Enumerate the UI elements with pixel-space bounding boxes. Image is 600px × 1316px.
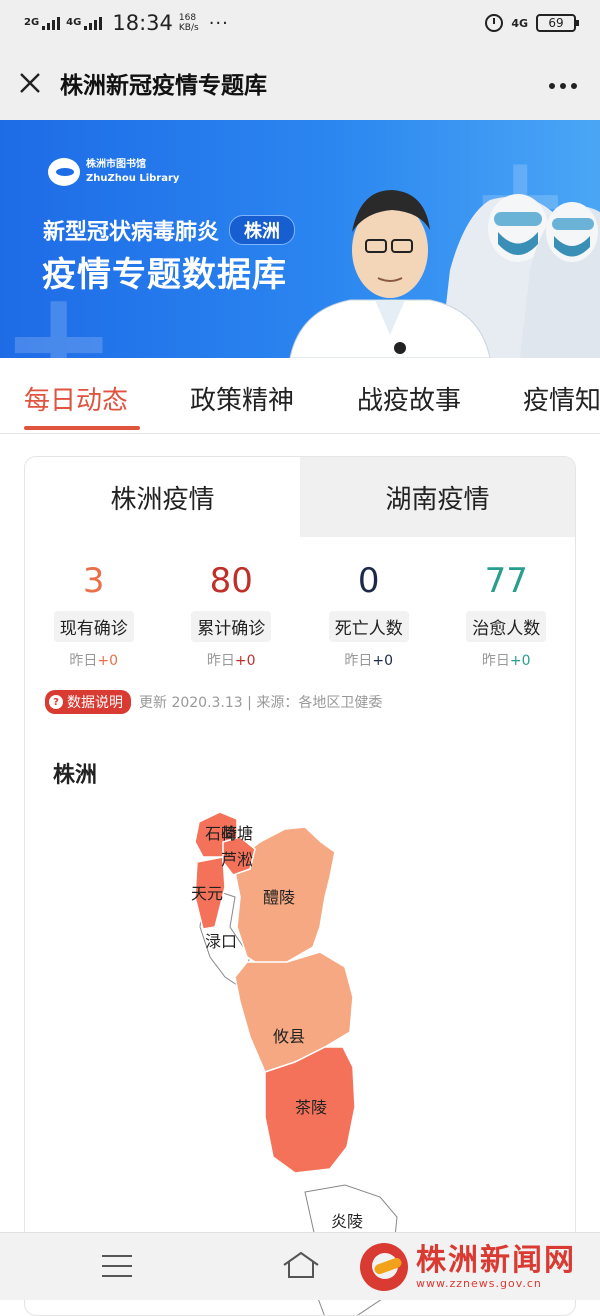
banner-line1: 新型冠状病毒肺炎	[43, 220, 220, 245]
network-type: 4G	[511, 16, 528, 30]
library-logo: 株洲市图书馆 ZhuZhou Library	[48, 158, 179, 186]
hero-banner: + + 株洲市图书馆 ZhuZhou Library 新型冠状病毒肺炎 株洲 疫…	[0, 120, 600, 358]
zhuzhou-map: 石峰 荷塘 芦淞 天元 醴陵 渌口 攸县 茶陵 炎陵	[191, 811, 398, 1315]
label-hetang: 荷塘	[221, 824, 253, 843]
brand-name: 株洲新闻网	[416, 1242, 576, 1278]
more-icon	[549, 83, 577, 89]
news-brand-logo-icon	[360, 1243, 408, 1291]
signal-icon-sim1: 2G	[24, 16, 61, 30]
epidemic-card: 株洲疫情 湖南疫情 3 现有确诊 昨日+0 80 累计确诊 昨日+0 0 死亡人…	[24, 456, 576, 1316]
speed-unit: KB/s	[178, 23, 199, 33]
label-lusong: 芦淞	[221, 850, 253, 869]
page-title: 株洲新冠疫情专题库	[60, 73, 267, 99]
library-logo-icon	[48, 158, 80, 186]
library-logo-sub: ZhuZhou Library	[86, 173, 180, 184]
sim2-label: 4G	[66, 16, 82, 28]
speed-value: 168	[178, 13, 197, 23]
category-tabs: 每日动态 政策精神 战疫故事 疫情知	[0, 358, 600, 434]
tab-daily[interactable]: 每日动态	[24, 380, 128, 417]
status-bar: 2G 4G 18:34 168 KB/s ··· 4G 69	[0, 0, 600, 46]
signal-icon-sim2: 4G	[66, 16, 103, 30]
status-more-icon: ···	[208, 12, 229, 34]
tab-knowledge[interactable]: 疫情知	[523, 380, 600, 417]
menu-icon[interactable]	[102, 1255, 132, 1279]
label-liling: 醴陵	[263, 888, 295, 907]
battery-icon: 69	[536, 14, 579, 32]
library-logo-name: 株洲市图书馆	[86, 159, 146, 170]
tab-policy[interactable]: 政策精神	[190, 380, 294, 417]
label-youxian: 攸县	[273, 1027, 305, 1046]
bottom-navigation: 株洲新闻网 www.zznews.gov.cn	[0, 1232, 600, 1300]
news-brand-watermark: 株洲新闻网 www.zznews.gov.cn	[360, 1243, 576, 1291]
brand-url: www.zznews.gov.cn	[416, 1276, 542, 1290]
more-button[interactable]	[548, 68, 578, 96]
label-lukou: 渌口	[205, 932, 237, 951]
tab-stories[interactable]: 战疫故事	[357, 380, 461, 417]
sim1-label: 2G	[24, 16, 40, 28]
illustration-medical-workers	[289, 190, 600, 358]
active-tab-indicator	[24, 426, 140, 430]
alarm-icon	[485, 14, 504, 32]
label-yanling: 炎陵	[331, 1212, 363, 1231]
home-icon[interactable]	[282, 1251, 320, 1283]
label-chaling: 茶陵	[295, 1098, 327, 1117]
close-button[interactable]	[0, 46, 60, 120]
label-tianyuan: 天元	[191, 884, 223, 903]
banner-subtitle: 新型冠状病毒肺炎 株洲	[43, 214, 296, 246]
clock: 18:34	[112, 11, 173, 35]
title-bar: 株洲新冠疫情专题库	[0, 46, 600, 120]
close-icon	[20, 73, 40, 93]
banner-title: 疫情专题数据库	[42, 255, 287, 295]
network-speed: 168 KB/s	[179, 13, 199, 33]
